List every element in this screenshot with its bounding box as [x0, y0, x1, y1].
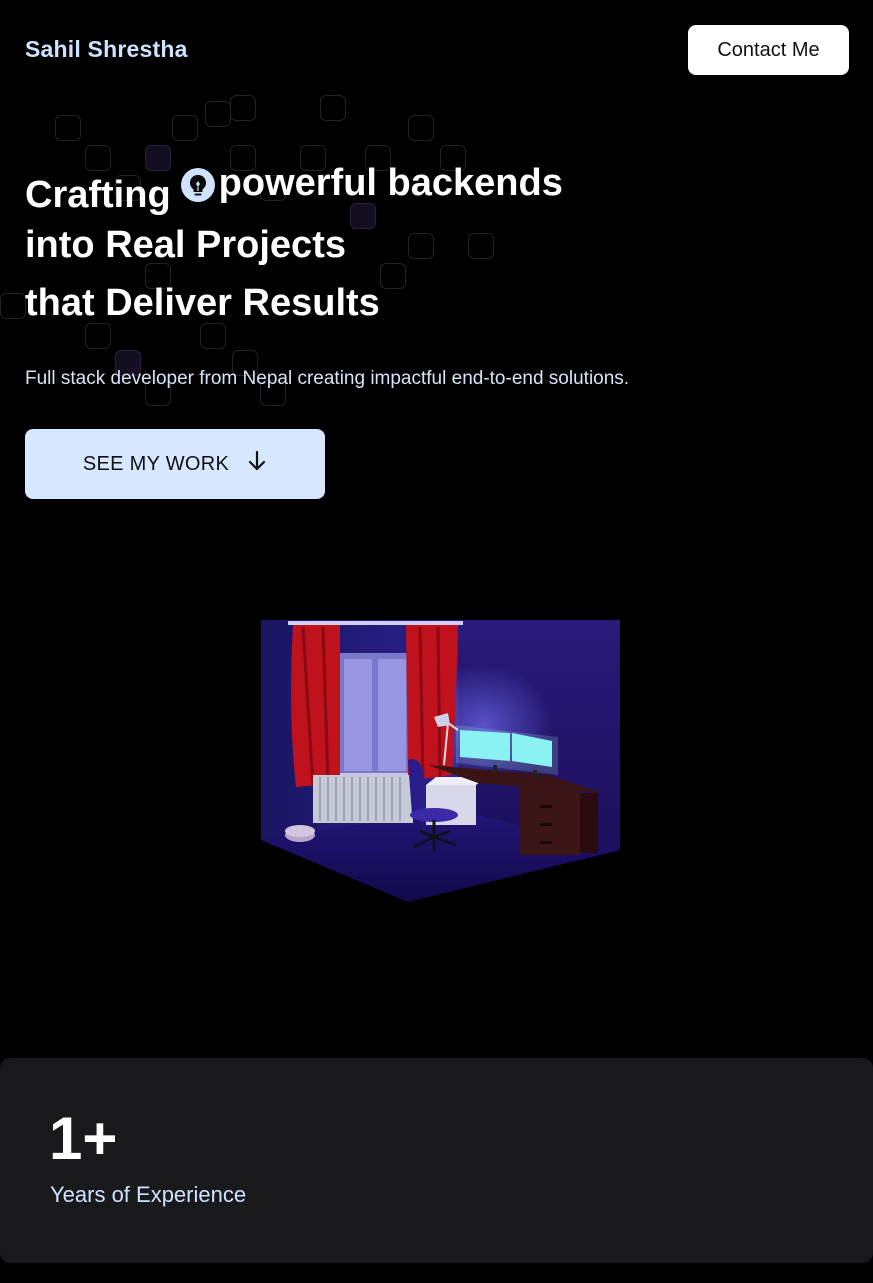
- grid-square: [172, 115, 198, 141]
- arrow-down-icon: [247, 450, 267, 478]
- brand-name[interactable]: Sahil Shrestha: [25, 36, 188, 63]
- lightbulb-icon: [180, 167, 215, 202]
- hero-title: Crafting powerful backends into Real Pro…: [25, 158, 563, 332]
- grid-square: [205, 101, 231, 127]
- hero-subtitle: Full stack developer from Nepal creating…: [25, 368, 630, 389]
- see-my-work-label: SEE MY WORK: [82, 452, 230, 475]
- stats-card: [0, 1058, 873, 1263]
- isometric-room-illustration: [258, 615, 623, 910]
- stat-value: 1+: [49, 1105, 118, 1172]
- hero-title-word: Crafting: [25, 174, 171, 216]
- contact-me-button[interactable]: Contact Me: [688, 25, 849, 75]
- grid-square: [408, 115, 434, 141]
- hero-title-line-2: into Real Projects: [25, 224, 346, 266]
- site-header: Sahil Shrestha Contact Me: [0, 0, 873, 100]
- stat-label: Years of Experience: [50, 1182, 247, 1207]
- grid-square: [55, 115, 81, 141]
- grid-square: [0, 293, 26, 319]
- hero-title-line-1: Crafting powerful backends: [25, 158, 563, 216]
- hero-title-highlight: powerful backends: [218, 162, 563, 204]
- page: Sahil Shrestha Contact Me Crafting power…: [0, 0, 873, 1283]
- see-my-work-button[interactable]: SEE MY WORK: [25, 429, 325, 499]
- hero-title-line-3: that Deliver Results: [25, 282, 380, 324]
